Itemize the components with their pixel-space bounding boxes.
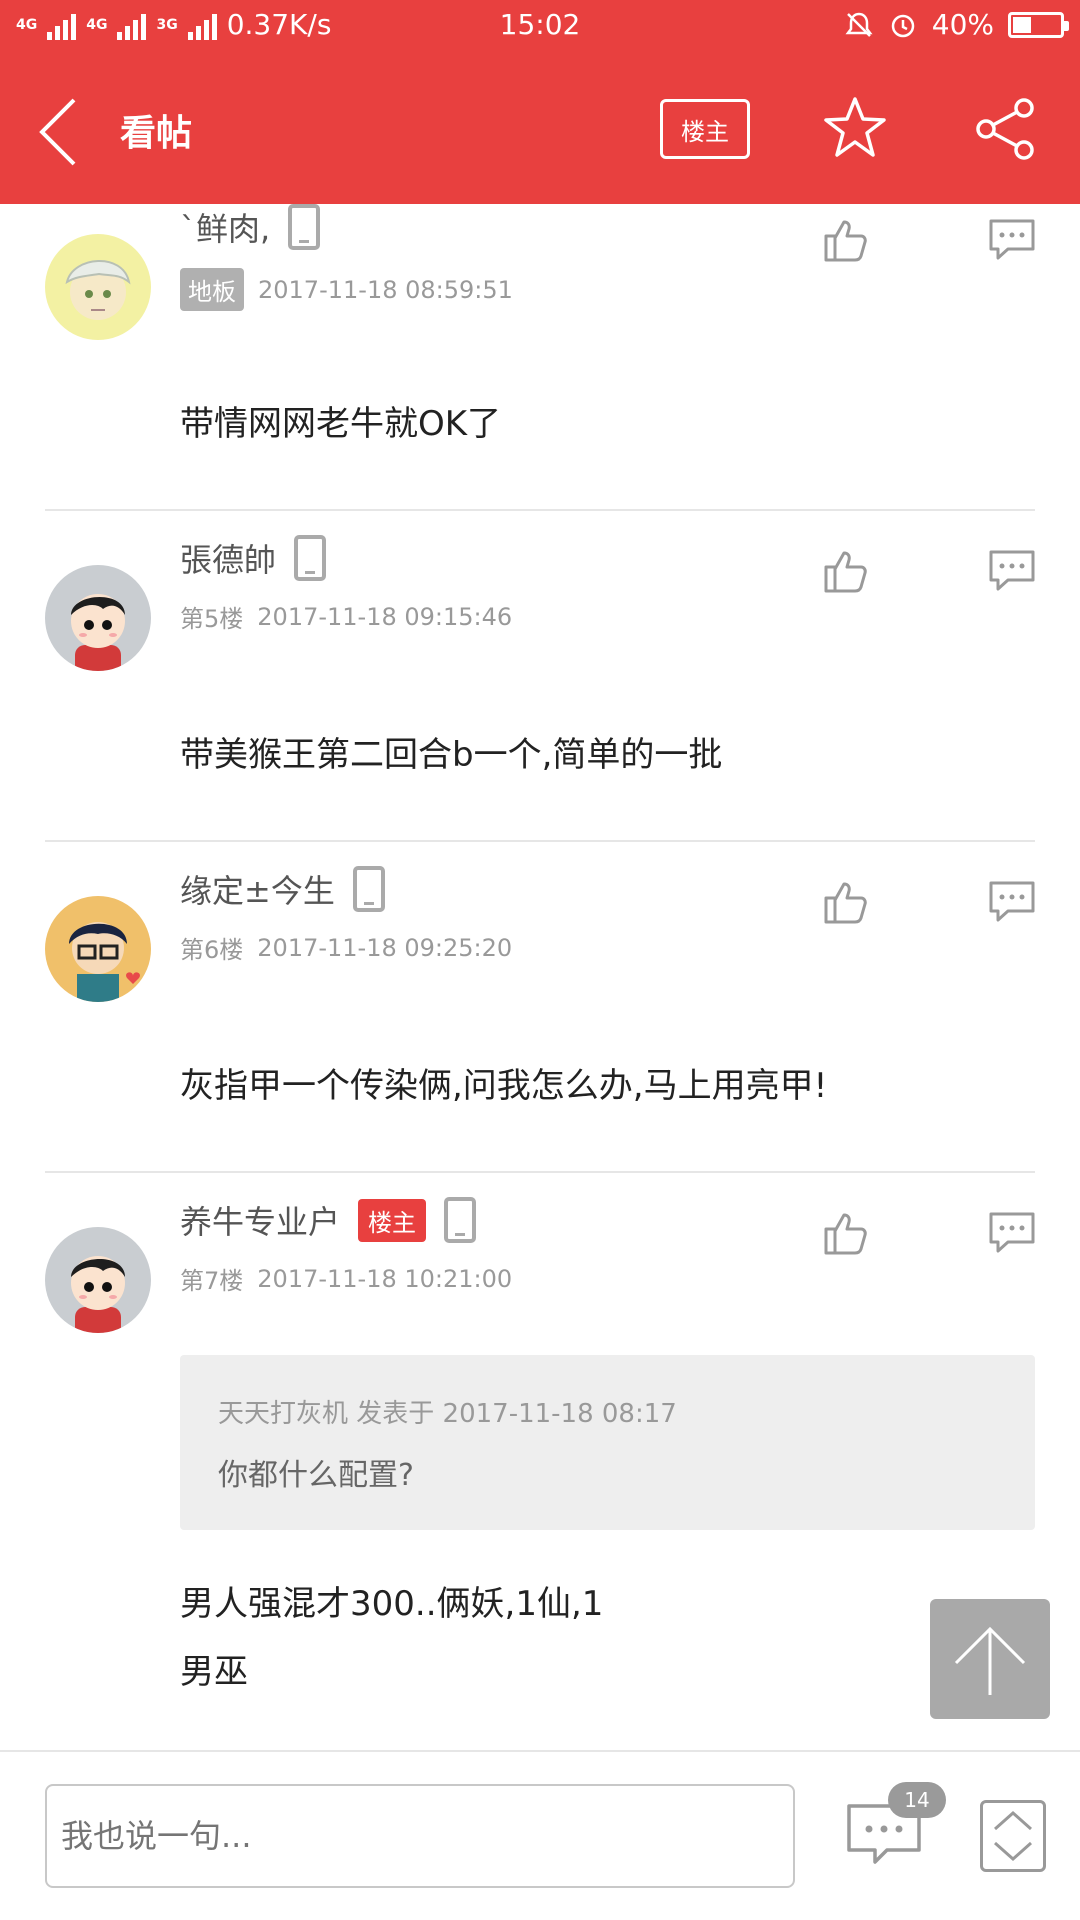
quoted-post[interactable]: 天天打灰机 发表于 2017-11-18 08:17 你都什么配置? [180,1355,1035,1530]
status-bar: 4G 4G 3G 0.37K/s 15:02 40% [0,0,1080,52]
avatar[interactable] [45,565,151,671]
avatar[interactable] [45,234,151,340]
like-button[interactable] [822,1209,870,1257]
notification-muted-icon [845,12,873,37]
share-icon [976,98,1034,160]
comment-count-badge: 14 [888,1782,946,1818]
comment-icon [989,1212,1035,1253]
mobile-device-icon [352,866,385,912]
avatar[interactable] [45,1227,151,1333]
owner-only-button[interactable]: 楼主 [660,99,750,159]
mobile-device-icon [444,1197,477,1243]
reply-button[interactable] [988,549,1036,593]
post-time: 2017-11-18 09:15:46 [257,602,513,631]
reply-button[interactable] [988,880,1036,924]
title-bar: 看帖 楼主 [0,52,1080,204]
arrow-up-icon [954,1626,1026,1695]
divider [45,840,1035,842]
divider [45,1171,1035,1173]
floor-label: 第5楼 [180,605,244,633]
battery-icon [1008,11,1069,38]
star-icon [824,97,886,157]
post-content: 带美猴王第二回合b一个,简单的一批 [180,735,723,775]
comment-icon [989,550,1035,591]
comment-icon [989,881,1035,922]
chevron-left-icon [39,98,76,166]
post-time: 2017-11-18 09:25:20 [257,933,513,962]
quote-author: 天天打灰机 发表于 2017-11-18 08:17 [218,1399,677,1429]
floor-label: 第7楼 [180,1267,244,1295]
mobile-device-icon [288,204,321,250]
battery-percent: 40% [931,8,994,41]
reply-button[interactable] [988,1211,1036,1255]
post-list[interactable]: `鲜肉, 地板 2017-11-18 08:59:51 带情网网老牛就OK了 張… [0,204,1080,1750]
post-time: 2017-11-18 10:21:00 [257,1264,513,1293]
username[interactable]: 养牛专业户 [180,1197,340,1243]
post-content-line2: 男巫 [180,1652,248,1692]
like-button[interactable] [822,216,870,264]
post-content: 男人强混才300..俩妖,1仙,1 [180,1584,604,1624]
owner-badge: 楼主 [358,1198,427,1242]
alarm-icon [891,14,915,37]
reply-button[interactable] [988,218,1036,262]
chevron-up-down-icon [994,1810,1032,1862]
username[interactable]: `鲜肉, [180,204,270,250]
divider [45,509,1035,511]
scroll-to-top-button[interactable] [930,1599,1050,1719]
post-time: 2017-11-18 08:59:51 [258,275,513,304]
thumbs-up-icon [824,551,867,593]
page-navigation-button[interactable] [980,1800,1046,1872]
quote-text: 你都什么配置? [218,1458,414,1493]
thumbs-up-icon [824,1213,867,1255]
share-button[interactable] [972,96,1038,162]
username[interactable]: 張德帥 [180,535,276,581]
post-content: 带情网网老牛就OK了 [180,404,502,444]
like-button[interactable] [822,878,870,926]
back-button[interactable] [30,92,90,172]
like-button[interactable] [822,547,870,595]
username[interactable]: 缘定±今生 [180,866,335,912]
post-content: 灰指甲一个传染俩,问我怎么办,马上用亮甲! [180,1066,828,1106]
reply-input[interactable] [45,1784,795,1888]
floor-label: 地板 [180,268,244,311]
favorite-button[interactable] [822,95,888,161]
thumbs-up-icon [824,882,867,924]
bottom-bar: 14 [0,1750,1080,1920]
avatar[interactable] [45,896,151,1002]
thumbs-up-icon [824,220,867,262]
page-title: 看帖 [120,113,193,154]
comment-icon [989,219,1035,260]
floor-label: 第6楼 [180,936,244,964]
mobile-device-icon [294,535,327,581]
